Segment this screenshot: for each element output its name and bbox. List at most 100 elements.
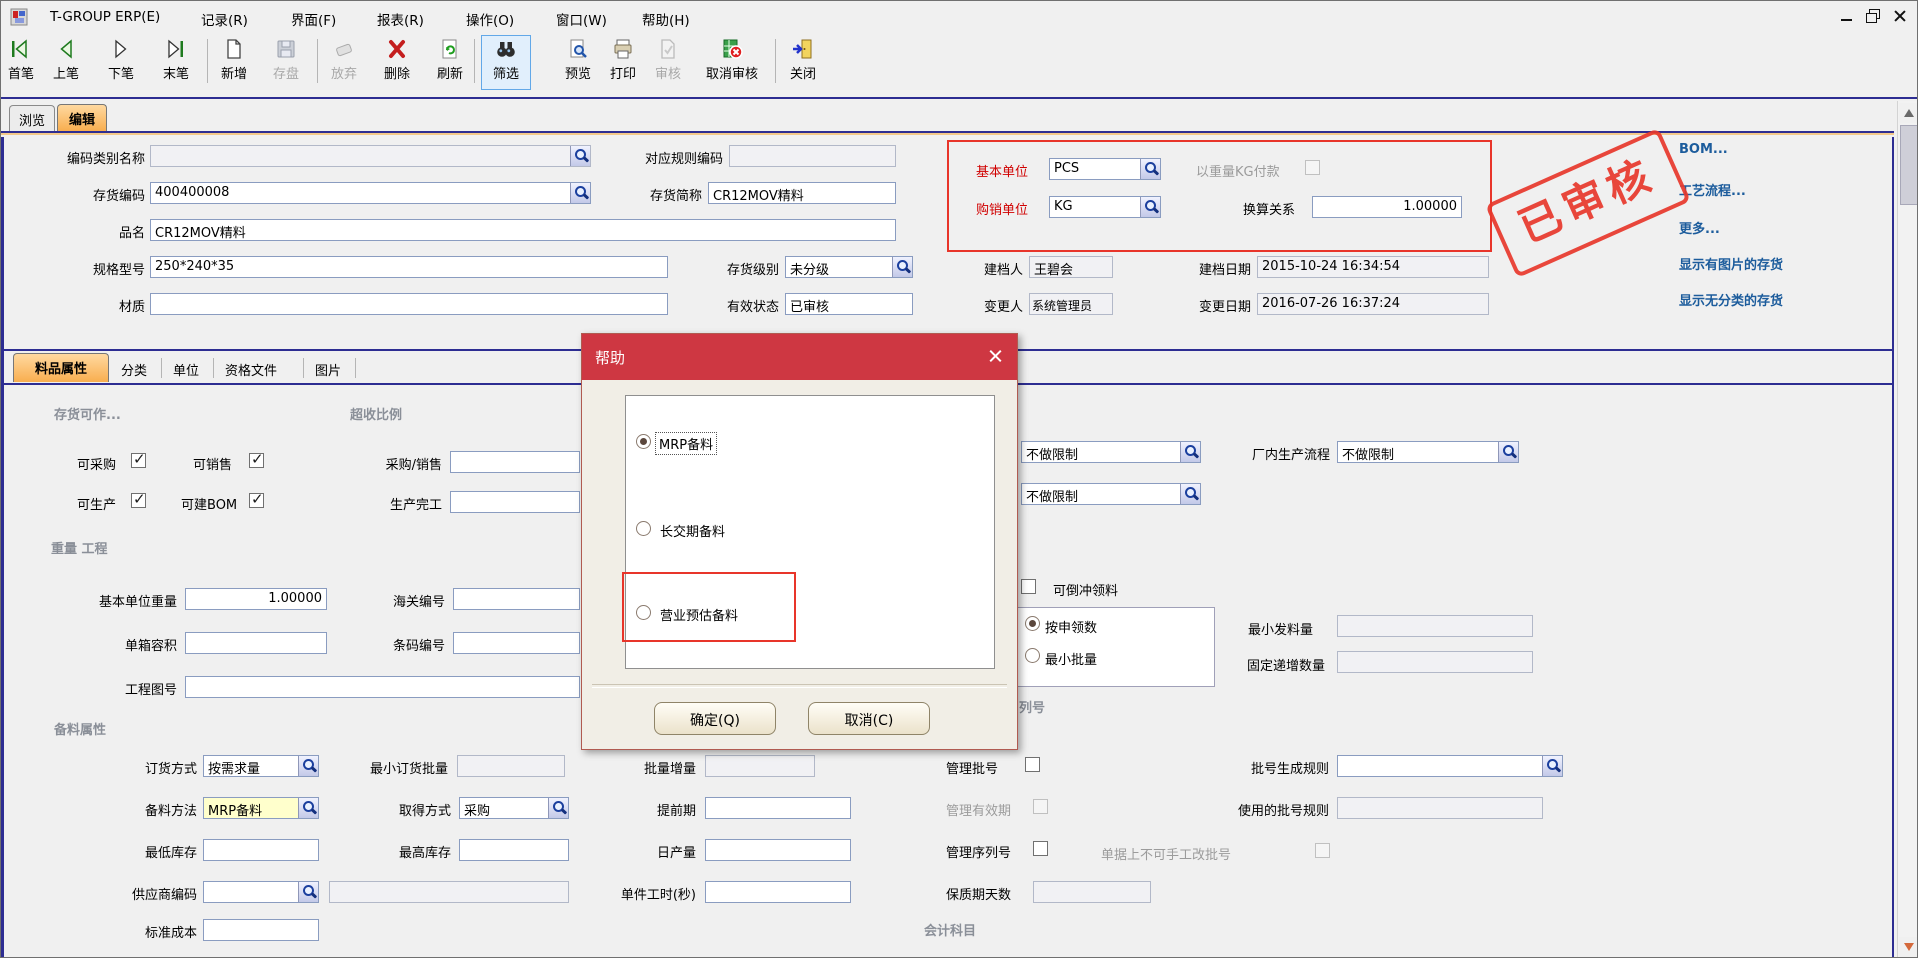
sellable-checkbox[interactable] [249,453,264,468]
item-code-field[interactable]: 400400008 [150,182,591,204]
manage-expiry-checkbox[interactable] [1033,799,1048,814]
toolbar-next-record[interactable]: 下笔 [99,37,143,87]
lookup-icon[interactable] [298,882,318,902]
by-request-radio[interactable] [1025,616,1040,631]
over-receipt-ps-field[interactable] [450,451,580,473]
spec-field[interactable]: 250*240*35 [150,256,668,278]
lookup-icon[interactable] [1542,756,1562,776]
ok-button[interactable]: 确定(Q) [654,702,776,735]
purchasable-checkbox[interactable] [131,453,146,468]
manage-serial-checkbox[interactable] [1033,841,1048,856]
lookup-icon[interactable] [1140,159,1160,179]
bomable-checkbox[interactable] [249,493,264,508]
restrict-field-2[interactable]: 不做限制 [1021,483,1201,505]
minimize-icon[interactable] [1839,9,1855,23]
manage-batch-checkbox[interactable] [1025,757,1040,772]
base-unit-field[interactable]: PCS [1049,158,1161,180]
toolbar-new[interactable]: 新增 [212,37,256,87]
order-mode-field[interactable]: 按需求量 [203,755,319,777]
lookup-icon[interactable] [298,798,318,818]
toolbar-approve[interactable]: 审核 [647,37,689,87]
material-field[interactable] [150,293,668,315]
prep-method-field[interactable]: MRP备料 [203,797,319,819]
supplier-field[interactable] [203,881,319,903]
toolbar-discard[interactable]: 放弃 [322,37,366,87]
toolbar-prev-record[interactable]: 上笔 [44,37,88,87]
cancel-button[interactable]: 取消(C) [808,702,930,735]
customs-field[interactable] [453,588,580,610]
lookup-icon[interactable] [298,756,318,776]
over-receipt-prod-field[interactable] [450,491,580,513]
subtab-unit[interactable]: 单位 [173,360,199,379]
producible-checkbox[interactable] [131,493,146,508]
unit-hours-field[interactable] [705,881,851,903]
toolbar-print[interactable]: 打印 [602,37,644,87]
level-field[interactable]: 未分级 [785,256,913,278]
conversion-field[interactable]: 1.00000 [1312,196,1462,218]
scroll-up-icon[interactable] [1899,103,1918,123]
barcode-field[interactable] [453,632,580,654]
subtab-qualification[interactable]: 资格文件 [225,360,277,379]
item-abbr-field[interactable]: CR12MOV精料 [708,182,896,204]
trade-unit-field[interactable]: KG [1049,196,1161,218]
help-dialog-titlebar[interactable]: 帮助 [582,334,1017,380]
close-icon[interactable] [1893,9,1909,23]
rule-code-field[interactable] [729,145,896,167]
dialog-close-icon[interactable] [988,349,1003,364]
menu-item-record[interactable]: 记录(R) [201,9,248,29]
min-batch-radio[interactable] [1025,648,1040,663]
tab-edit[interactable]: 编辑 [57,104,107,131]
factory-flow-field[interactable]: 不做限制 [1337,441,1519,463]
shelf-life-field[interactable] [1033,881,1151,903]
lookup-icon[interactable] [1140,197,1160,217]
toolbar-filter[interactable]: 筛选 [484,37,528,87]
link-more[interactable]: 更多... [1679,218,1720,237]
toolbar-first-record[interactable]: 首笔 [1,37,41,87]
item-name-field[interactable]: CR12MOV精料 [150,219,896,241]
min-order-field[interactable] [457,755,565,777]
link-show-unclassified[interactable]: 显示无分类的存货 [1679,290,1783,309]
acquire-field[interactable]: 采购 [459,797,569,819]
menu-item-window[interactable]: 窗口(W) [556,9,607,29]
lookup-icon[interactable] [570,146,590,166]
max-stock-field[interactable] [459,839,569,861]
drawing-field[interactable] [185,676,580,698]
option-long-leadtime-radio[interactable] [636,521,651,536]
link-process-flow[interactable]: 工艺流程... [1679,180,1746,199]
toolbar-preview[interactable]: 预览 [556,37,600,87]
min-issue-field[interactable] [1337,615,1533,637]
menu-item-report[interactable]: 报表(R) [377,9,424,29]
no-manual-batch-checkbox[interactable] [1315,843,1330,858]
vertical-scrollbar[interactable] [1897,101,1918,958]
link-bom[interactable]: BOM... [1679,142,1728,157]
daily-output-field[interactable] [705,839,851,861]
batch-rule-field[interactable] [1337,755,1563,777]
base-weight-field[interactable]: 1.00000 [185,588,327,610]
toolbar-save[interactable]: 存盘 [264,37,308,87]
menu-item-operation[interactable]: 操作(O) [466,9,514,29]
restrict-field-1[interactable]: 不做限制 [1021,441,1201,463]
lookup-icon[interactable] [548,798,568,818]
scroll-down-icon[interactable] [1899,937,1918,957]
std-cost-field[interactable] [203,919,319,941]
subtab-category[interactable]: 分类 [121,360,147,379]
backflush-checkbox[interactable] [1021,579,1036,594]
subtab-picture[interactable]: 图片 [315,360,341,379]
tab-browse[interactable]: 浏览 [9,105,55,131]
option-mrp-radio[interactable] [636,434,651,449]
option-long-leadtime-label[interactable]: 长交期备料 [660,521,725,540]
lead-time-field[interactable] [705,797,851,819]
option-mrp-label[interactable]: MRP备料 [656,433,716,454]
toolbar-unapprove[interactable]: 取消审核 [691,37,773,87]
toolbar-close[interactable]: 关闭 [781,37,825,87]
lookup-icon[interactable] [570,183,590,203]
batch-increment-field[interactable] [705,755,815,777]
min-stock-field[interactable] [203,839,319,861]
lookup-icon[interactable] [1180,442,1200,462]
code-category-field[interactable] [150,145,591,167]
fixed-increment-field[interactable] [1337,651,1533,673]
restore-icon[interactable] [1865,9,1881,23]
menu-item-app[interactable]: T-GROUP ERP(E) [50,9,160,25]
scrollbar-thumb[interactable] [1900,125,1918,205]
box-volume-field[interactable] [185,632,327,654]
